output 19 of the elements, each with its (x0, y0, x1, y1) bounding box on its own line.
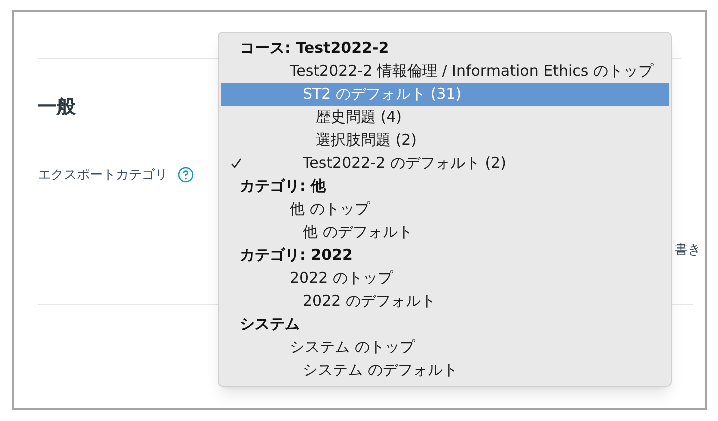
dropdown-option[interactable]: Test2022-2 情報倫理 / Information Ethics のトップ (221, 60, 669, 83)
dropdown-option[interactable]: 2022 のデフォルト (221, 290, 669, 313)
option-group-label: コース: Test2022-2 (239, 38, 390, 60)
dropdown-option[interactable]: 選択肢問題 (2) (221, 129, 669, 152)
option-group-label: システム (239, 314, 301, 336)
dropdown-option[interactable]: 他 のデフォルト (221, 221, 669, 244)
option-group-label: カテゴリ: 2022 (239, 245, 354, 266)
dropdown-option[interactable]: 歴史問題 (4) (221, 106, 669, 129)
option-group-label: カテゴリ: 他 (239, 176, 328, 198)
dropdown-option[interactable]: システム のトップ (221, 336, 669, 359)
dropdown-option[interactable]: システム のデフォルト (221, 359, 669, 382)
checkmark-icon (231, 158, 242, 169)
dropdown-option[interactable]: Test2022-2 のデフォルト (2) (221, 152, 669, 175)
truncated-text: 書き (675, 242, 701, 260)
dropdown-option[interactable]: 他 のトップ (221, 198, 669, 221)
dropdown-option[interactable]: 2022 のトップ (221, 267, 669, 290)
help-icon (178, 167, 194, 184)
field-label: エクスポートカテゴリ (38, 166, 168, 184)
section-heading: 一般 (38, 95, 76, 120)
